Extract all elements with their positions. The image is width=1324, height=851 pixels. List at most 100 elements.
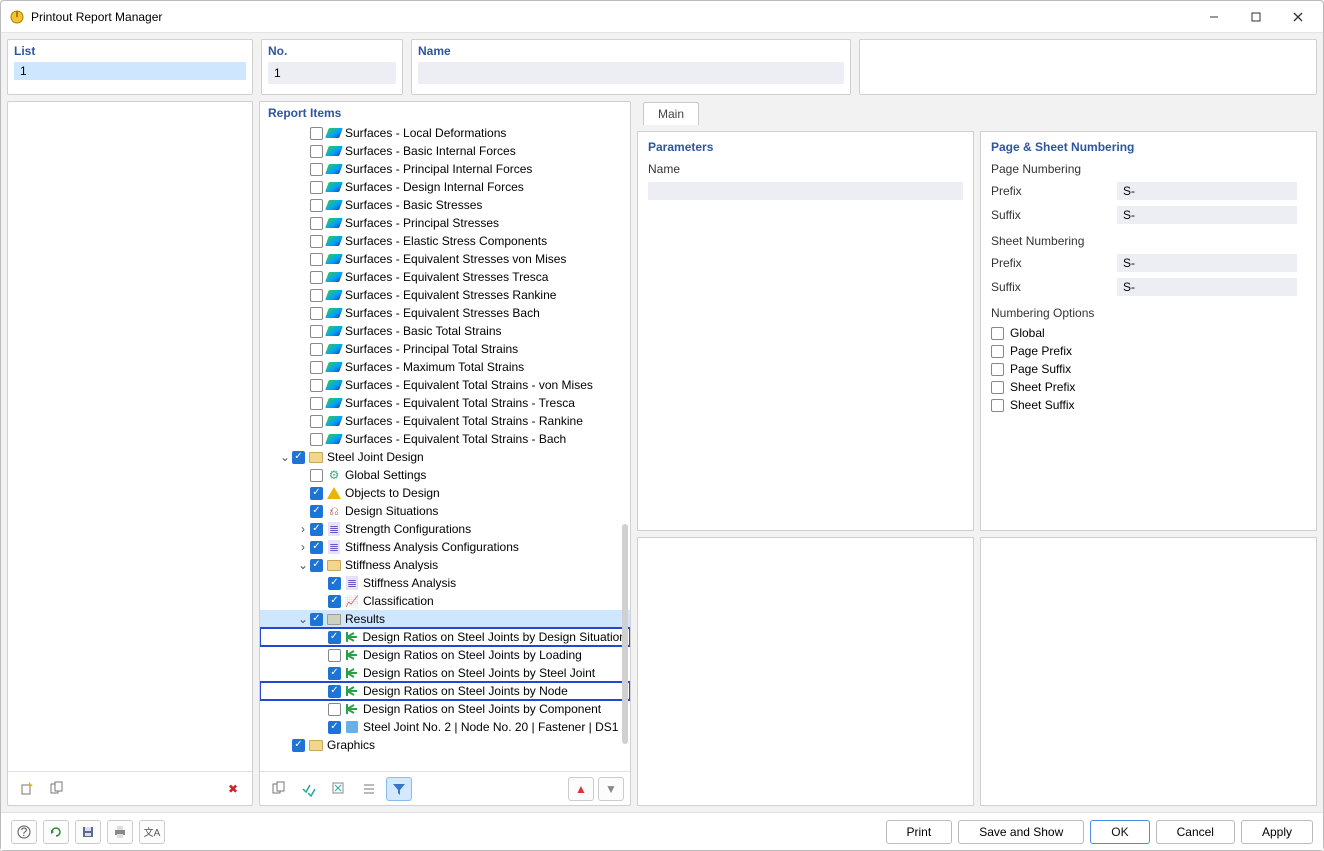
list-item[interactable]: 1 (14, 62, 246, 80)
move-down-button[interactable]: ▼ (598, 777, 624, 801)
global-checkbox[interactable] (991, 327, 1004, 340)
tree-checkbox[interactable] (310, 487, 323, 500)
minimize-button[interactable] (1193, 3, 1235, 31)
tree-checkbox[interactable] (328, 631, 341, 644)
copy-button[interactable] (266, 777, 292, 801)
check-all-button[interactable] (296, 777, 322, 801)
tree-row[interactable]: Classification (260, 592, 630, 610)
tree-checkbox[interactable] (292, 451, 305, 464)
save-and-show-button[interactable]: Save and Show (958, 820, 1084, 844)
tree-checkbox[interactable] (310, 541, 323, 554)
result-detail[interactable]: Steel Joint No. 2 | Node No. 20 | Fasten… (260, 718, 630, 736)
twisty-icon[interactable]: › (296, 540, 310, 554)
tree-row[interactable]: ⌄Stiffness Analysis (260, 556, 630, 574)
tree-row[interactable]: ›Stiffness Analysis Configurations (260, 538, 630, 556)
new-report-button[interactable] (14, 777, 40, 801)
tree-row[interactable]: Surfaces - Principal Stresses (260, 214, 630, 232)
tree-row[interactable]: Surfaces - Design Internal Forces (260, 178, 630, 196)
tab-main[interactable]: Main (643, 102, 699, 125)
tree-row[interactable]: Surfaces - Equivalent Total Strains - Tr… (260, 394, 630, 412)
tree-checkbox[interactable] (328, 685, 341, 698)
tree-checkbox[interactable] (310, 181, 323, 194)
tree-checkbox[interactable] (310, 505, 323, 518)
sheet-prefix-checkbox[interactable] (991, 381, 1004, 394)
tree-checkbox[interactable] (310, 433, 323, 446)
print-prefs-button[interactable] (107, 820, 133, 844)
tree-row[interactable]: Surfaces - Principal Internal Forces (260, 160, 630, 178)
uncheck-all-button[interactable] (326, 777, 352, 801)
twisty-icon[interactable]: ⌄ (296, 612, 310, 626)
tree-checkbox[interactable] (310, 613, 323, 626)
tree-row[interactable]: Stiffness Analysis (260, 574, 630, 592)
tree-checkbox[interactable] (310, 199, 323, 212)
copy-report-button[interactable] (44, 777, 70, 801)
page-suffix-input[interactable]: S- (1117, 206, 1297, 224)
twisty-icon[interactable]: › (296, 522, 310, 536)
result-by-joint[interactable]: Design Ratios on Steel Joints by Steel J… (260, 664, 630, 682)
tree-checkbox[interactable] (328, 721, 341, 734)
tree-row[interactable]: Surfaces - Maximum Total Strains (260, 358, 630, 376)
tree-checkbox[interactable] (310, 307, 323, 320)
cancel-button[interactable]: Cancel (1156, 820, 1235, 844)
tree-checkbox[interactable] (310, 253, 323, 266)
param-name-input[interactable] (648, 182, 963, 200)
tree-checkbox[interactable] (310, 343, 323, 356)
tree-row[interactable]: Surfaces - Equivalent Stresses von Mises (260, 250, 630, 268)
tree-row[interactable]: Design Situations (260, 502, 630, 520)
tree-row[interactable]: Surfaces - Equivalent Total Strains - vo… (260, 376, 630, 394)
tree-row[interactable]: Surfaces - Basic Stresses (260, 196, 630, 214)
tree-row[interactable]: Global Settings (260, 466, 630, 484)
page-prefix-checkbox[interactable] (991, 345, 1004, 358)
result-by-situation[interactable]: Design Ratios on Steel Joints by Design … (260, 628, 630, 646)
result-by-node[interactable]: Design Ratios on Steel Joints by Node (260, 682, 630, 700)
tree-checkbox[interactable] (292, 739, 305, 752)
help-button[interactable]: ? (11, 820, 37, 844)
ok-button[interactable]: OK (1090, 820, 1149, 844)
tree-checkbox[interactable] (310, 217, 323, 230)
tree-checkbox[interactable] (328, 649, 341, 662)
apply-button[interactable]: Apply (1241, 820, 1313, 844)
twisty-icon[interactable]: ⌄ (278, 450, 292, 464)
filter-button[interactable] (386, 777, 412, 801)
print-button[interactable]: Print (886, 820, 953, 844)
tree-checkbox[interactable] (310, 145, 323, 158)
tree-row[interactable]: Surfaces - Basic Internal Forces (260, 142, 630, 160)
sheet-prefix-input[interactable]: S- (1117, 254, 1297, 272)
refresh-button[interactable] (43, 820, 69, 844)
tree-checkbox[interactable] (310, 379, 323, 392)
tree-checkbox[interactable] (310, 361, 323, 374)
result-by-component[interactable]: Design Ratios on Steel Joints by Compone… (260, 700, 630, 718)
graphics-folder[interactable]: Graphics (260, 736, 630, 754)
tree-checkbox[interactable] (310, 415, 323, 428)
page-prefix-input[interactable]: S- (1117, 182, 1297, 200)
tree-checkbox[interactable] (310, 271, 323, 284)
maximize-button[interactable] (1235, 3, 1277, 31)
tree-row[interactable]: Objects to Design (260, 484, 630, 502)
tree-checkbox[interactable] (310, 523, 323, 536)
tree-checkbox[interactable] (328, 595, 341, 608)
tree-row[interactable]: Surfaces - Principal Total Strains (260, 340, 630, 358)
tree-checkbox[interactable] (310, 289, 323, 302)
tree-checkbox[interactable] (310, 163, 323, 176)
save-button[interactable] (75, 820, 101, 844)
tree-row[interactable]: Surfaces - Equivalent Stresses Rankine (260, 286, 630, 304)
result-by-loading[interactable]: Design Ratios on Steel Joints by Loading (260, 646, 630, 664)
language-button[interactable]: 文A (139, 820, 165, 844)
scrollbar[interactable] (622, 524, 628, 744)
tree-checkbox[interactable] (310, 235, 323, 248)
tree-row[interactable]: ›Strength Configurations (260, 520, 630, 538)
tree-checkbox[interactable] (310, 397, 323, 410)
tree-checkbox[interactable] (328, 703, 341, 716)
tree-row[interactable]: Surfaces - Elastic Stress Components (260, 232, 630, 250)
tree-checkbox[interactable] (328, 577, 341, 590)
tree-checkbox[interactable] (328, 667, 341, 680)
tree-checkbox[interactable] (310, 325, 323, 338)
results-folder[interactable]: ⌄Results (260, 610, 630, 628)
steel-joint-design[interactable]: ⌄Steel Joint Design (260, 448, 630, 466)
twisty-icon[interactable]: ⌄ (296, 558, 310, 572)
tree-body[interactable]: Surfaces - Local DeformationsSurfaces - … (260, 124, 630, 771)
tree-checkbox[interactable] (310, 469, 323, 482)
page-suffix-checkbox[interactable] (991, 363, 1004, 376)
tree-row[interactable]: Surfaces - Local Deformations (260, 124, 630, 142)
tree-row[interactable]: Surfaces - Equivalent Stresses Bach (260, 304, 630, 322)
